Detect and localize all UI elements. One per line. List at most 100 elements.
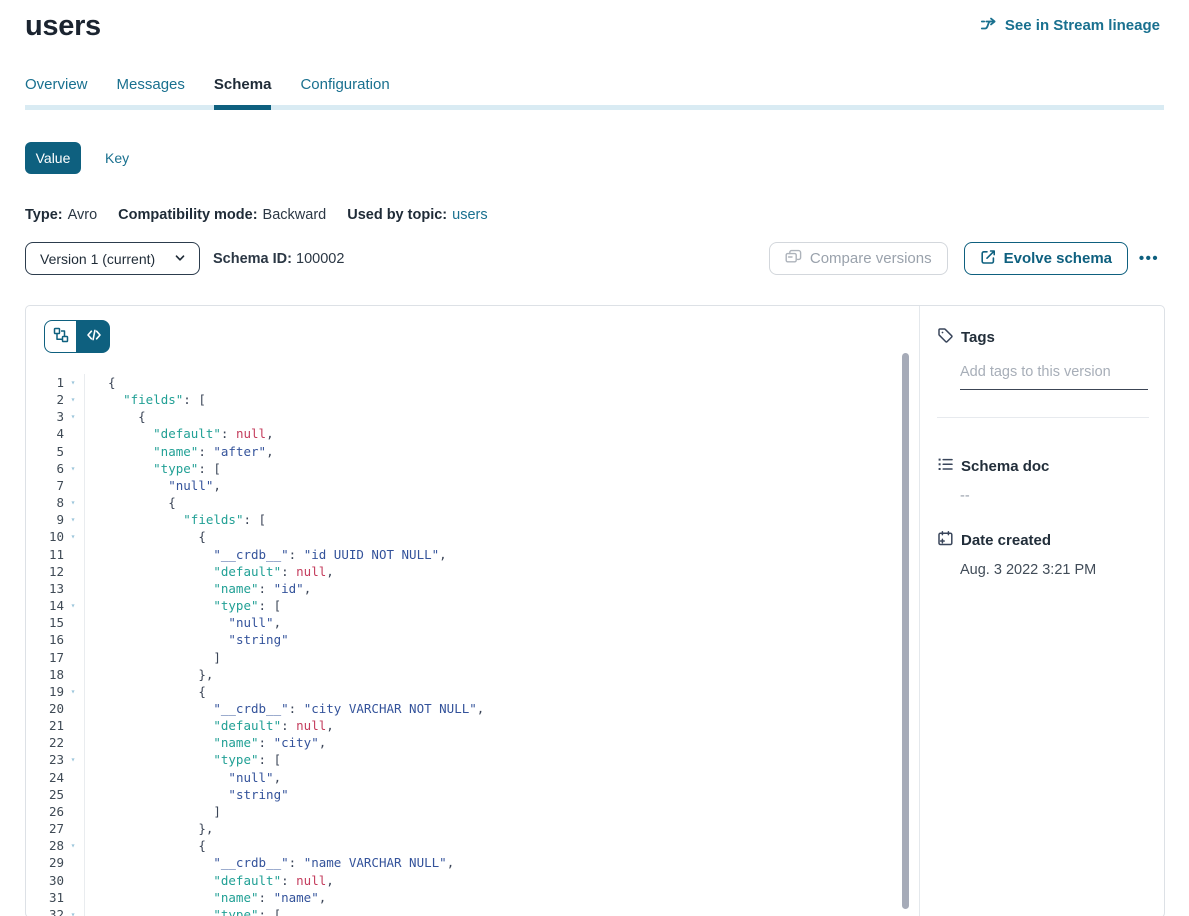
value-toggle-button[interactable]: Value	[25, 142, 81, 174]
code-line: 30 "default": null,	[26, 872, 903, 889]
code-text: "null",	[84, 477, 221, 494]
collapse-arrow-placeholder	[64, 734, 82, 751]
stream-lineage-icon	[980, 16, 998, 34]
schema-doc-heading: Schema doc	[937, 456, 1149, 477]
code-line: 22 "name": "city",	[26, 734, 903, 751]
vertical-scrollbar[interactable]	[902, 353, 909, 909]
date-created-value: Aug. 3 2022 3:21 PM	[960, 562, 1149, 578]
collapse-arrow-icon[interactable]: ▾	[64, 751, 82, 768]
code-text: "__crdb__": "id UUID NOT NULL",	[84, 546, 447, 563]
key-toggle-button[interactable]: Key	[105, 150, 129, 166]
version-select[interactable]: Version 1 (current)	[25, 242, 200, 275]
stream-lineage-label: See in Stream lineage	[1005, 17, 1160, 34]
stream-lineage-link[interactable]: See in Stream lineage	[980, 16, 1160, 34]
code-line: 21 "default": null,	[26, 717, 903, 734]
code-text: {	[84, 408, 146, 425]
value-key-toggle: Value Key	[25, 142, 1189, 174]
code-text: "null",	[84, 614, 281, 631]
code-view-icon	[86, 327, 102, 346]
code-text: "name": "id",	[84, 580, 311, 597]
code-text: "type": [	[84, 751, 281, 768]
collapse-arrow-icon[interactable]: ▾	[64, 528, 82, 545]
code-line: 5 "name": "after",	[26, 443, 903, 460]
line-number: 11	[26, 546, 64, 563]
code-text: {	[84, 683, 206, 700]
code-text: "name": "city",	[84, 734, 326, 751]
code-line: 9▾ "fields": [	[26, 511, 903, 528]
compare-versions-label: Compare versions	[810, 250, 932, 267]
collapse-arrow-icon[interactable]: ▾	[64, 374, 82, 391]
collapse-arrow-icon[interactable]: ▾	[64, 494, 82, 511]
code-line: 1▾{	[26, 374, 903, 391]
code-editor-lines: 1▾{2▾ "fields": [3▾ {4 "default": null,5…	[26, 374, 903, 916]
collapse-arrow-icon[interactable]: ▾	[64, 906, 82, 916]
tags-title: Tags	[961, 329, 995, 346]
code-text: "type": [	[84, 597, 281, 614]
compare-versions-button[interactable]: Compare versions	[769, 242, 948, 275]
add-tags-input[interactable]	[960, 364, 1148, 390]
collapse-arrow-placeholder	[64, 700, 82, 717]
tab-overview[interactable]: Overview	[25, 76, 88, 110]
code-line: 27 },	[26, 820, 903, 837]
code-line: 25 "string"	[26, 786, 903, 803]
tab-messages[interactable]: Messages	[117, 76, 185, 110]
date-created-title: Date created	[961, 532, 1051, 549]
line-number: 16	[26, 631, 64, 648]
code-text: "__crdb__": "city VARCHAR NOT NULL",	[84, 700, 484, 717]
line-number: 17	[26, 649, 64, 666]
schema-id: Schema ID: 100002	[213, 251, 344, 267]
calendar-plus-icon	[937, 530, 954, 551]
code-view-button[interactable]	[77, 320, 110, 353]
code-line: 18 },	[26, 666, 903, 683]
code-text: "name": "name",	[84, 889, 326, 906]
collapse-arrow-icon[interactable]: ▾	[64, 837, 82, 854]
tab-configuration[interactable]: Configuration	[300, 76, 389, 110]
collapse-arrow-icon[interactable]: ▾	[64, 391, 82, 408]
collapse-arrow-placeholder	[64, 614, 82, 631]
tag-icon	[937, 327, 954, 348]
code-text: ]	[84, 803, 221, 820]
collapse-arrow-placeholder	[64, 443, 82, 460]
line-number: 28	[26, 837, 64, 854]
code-text: {	[84, 528, 206, 545]
collapse-arrow-placeholder	[64, 580, 82, 597]
line-number: 24	[26, 769, 64, 786]
collapse-arrow-icon[interactable]: ▾	[64, 683, 82, 700]
tree-view-icon	[53, 327, 69, 346]
collapse-arrow-icon[interactable]: ▾	[64, 511, 82, 528]
tags-heading: Tags	[937, 327, 1149, 348]
code-text: "string"	[84, 786, 289, 803]
code-line: 12 "default": null,	[26, 563, 903, 580]
code-line: 23▾ "type": [	[26, 751, 903, 768]
collapse-arrow-icon[interactable]: ▾	[64, 597, 82, 614]
topic-link[interactable]: users	[452, 207, 487, 223]
page-title: users	[25, 10, 101, 43]
code-text: "default": null,	[84, 425, 274, 442]
collapse-arrow-icon[interactable]: ▾	[64, 460, 82, 477]
code-text: "fields": [	[84, 511, 266, 528]
code-text: ]	[84, 649, 221, 666]
code-text: "type": [	[84, 460, 221, 477]
line-number: 14	[26, 597, 64, 614]
line-number: 21	[26, 717, 64, 734]
collapse-arrow-placeholder	[64, 717, 82, 734]
tab-schema[interactable]: Schema	[214, 76, 272, 110]
version-bar: Version 1 (current) Schema ID: 100002 Co…	[25, 242, 1165, 275]
collapse-arrow-placeholder	[64, 854, 82, 871]
line-number: 2	[26, 391, 64, 408]
evolve-schema-button[interactable]: Evolve schema	[964, 242, 1128, 275]
collapse-arrow-icon[interactable]: ▾	[64, 408, 82, 425]
version-select-value: Version 1 (current)	[40, 251, 155, 267]
code-line: 4 "default": null,	[26, 425, 903, 442]
line-number: 26	[26, 803, 64, 820]
schema-id-label: Schema ID:	[213, 251, 292, 267]
schema-doc-section: Schema doc --	[937, 456, 1149, 504]
date-created-section: Date created Aug. 3 2022 3:21 PM	[937, 530, 1149, 578]
line-number: 18	[26, 666, 64, 683]
more-actions-button[interactable]: •••	[1133, 250, 1165, 267]
code-line: 11 "__crdb__": "id UUID NOT NULL",	[26, 546, 903, 563]
meta-type-label: Type:	[25, 207, 63, 223]
tree-view-button[interactable]	[44, 320, 77, 353]
schema-meta-row: Type: Avro Compatibility mode: Backward …	[25, 207, 1189, 223]
meta-compatibility: Compatibility mode: Backward	[118, 207, 326, 223]
